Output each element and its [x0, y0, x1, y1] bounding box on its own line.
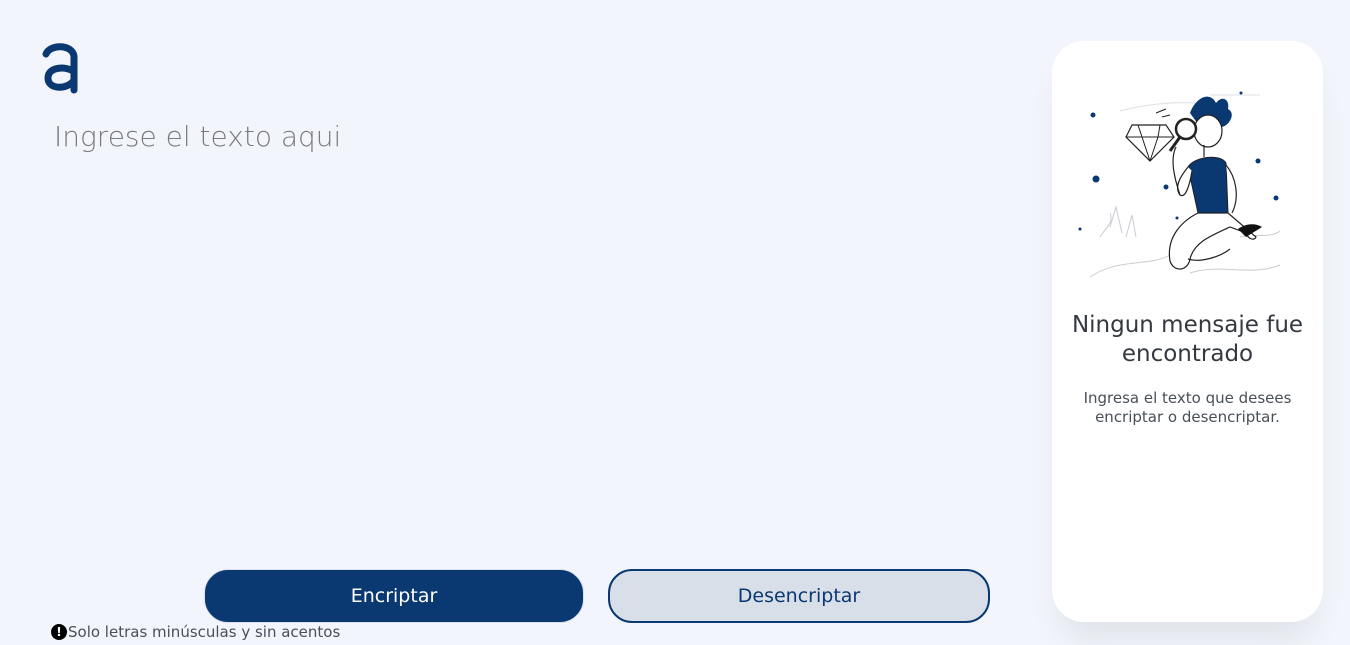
encrypt-button[interactable]: Encriptar	[204, 569, 584, 623]
person-with-magnifying-glass-illustration	[1078, 91, 1281, 278]
input-hint: ! Solo letras minúsculas y sin acentos	[51, 623, 340, 641]
empty-state-message: Ingresa el texto que desees encriptar o …	[1083, 389, 1292, 426]
hint-text: Solo letras minúsculas y sin acentos	[68, 623, 341, 641]
encryptor-page: Encriptar Desencriptar ! Solo letras min…	[0, 0, 1350, 645]
empty-state-title: Ningun mensaje fue encontrado	[1071, 312, 1304, 367]
output-panel: Ningun mensaje fue encontrado Ingresa el…	[1052, 41, 1323, 622]
message-input[interactable]	[54, 120, 984, 540]
alura-logo	[42, 43, 78, 94]
decrypt-button[interactable]: Desencriptar	[608, 569, 990, 623]
exclamation-circle-icon: !	[51, 624, 67, 640]
